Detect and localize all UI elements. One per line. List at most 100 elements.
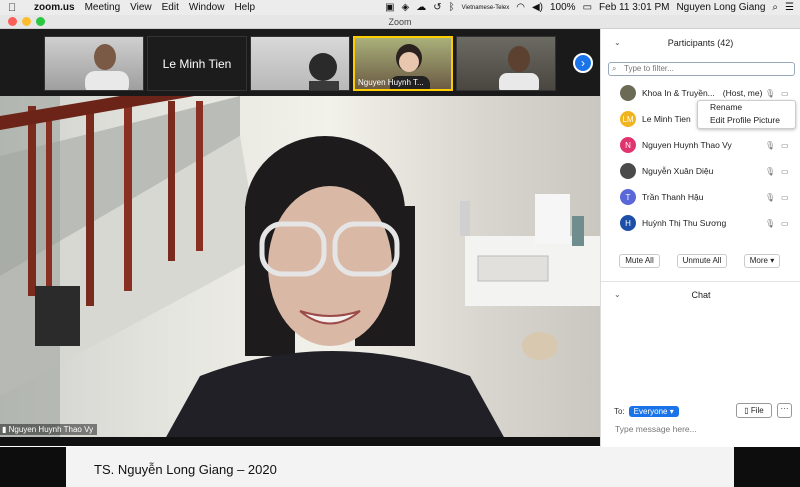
video-area: Le Minh Tien Nguyen Huynh T... › ▮ Nguye…: [0, 29, 600, 446]
slide-title: TS. Nguyễn Long Giang – 2020: [94, 462, 277, 477]
participant-filter-input[interactable]: ⌕ Type to filter...: [608, 62, 795, 76]
wifi-icon[interactable]: ◠: [516, 0, 525, 15]
menu-help[interactable]: Help: [234, 2, 255, 13]
camera-icon[interactable]: ▭: [781, 141, 789, 150]
camera-icon[interactable]: ▭: [781, 89, 789, 98]
user-name[interactable]: Nguyen Long Giang: [676, 2, 765, 13]
bluetooth-icon[interactable]: ᛒ: [449, 0, 455, 15]
menu-view[interactable]: View: [130, 2, 152, 13]
mic-icon[interactable]: 🎙: [765, 219, 775, 228]
avatar: [620, 85, 636, 101]
dropbox-icon[interactable]: ◈: [402, 0, 410, 15]
camera-icon[interactable]: ▭: [781, 193, 789, 202]
mic-icon[interactable]: 🎙: [765, 167, 775, 176]
search-icon: ⌕: [612, 64, 617, 73]
chat-title: Chat: [691, 290, 711, 300]
participant-name: Nguyen Huynh Thao Vy: [642, 140, 732, 150]
control-center-icon[interactable]: ☰: [785, 0, 794, 15]
unmute-all-button[interactable]: Unmute All: [677, 254, 727, 268]
thumbnail-video[interactable]: Le Minh Tien: [147, 36, 247, 91]
host-tag: (Host, me): [722, 88, 763, 98]
mic-icon[interactable]: 🎙: [765, 141, 775, 150]
video-frame: [0, 96, 600, 446]
participant-row[interactable]: N Nguyen Huynh Thao Vy 🎙 ▭: [601, 132, 800, 158]
camera-icon[interactable]: ▭: [781, 167, 789, 176]
participant-name: Nguyễn Xuân Diệu: [642, 166, 714, 176]
participant-name: Huỳnh Thị Thu Sương: [642, 218, 727, 228]
menu-app[interactable]: zoom.us: [34, 2, 75, 13]
participant-actions: Mute All Unmute All More ▾: [601, 254, 800, 274]
mute-all-button[interactable]: Mute All: [619, 254, 660, 268]
window-title: Zoom: [388, 17, 412, 27]
clock[interactable]: Feb 11 3:01 PM: [599, 2, 669, 13]
chat-header: ⌄ Chat: [601, 281, 800, 307]
person-silhouette: [85, 44, 129, 90]
zoom-status-icon[interactable]: ▣: [385, 0, 394, 15]
thumbnail-video[interactable]: [456, 36, 556, 91]
participants-title: Participants (42): [667, 38, 734, 48]
apple-icon[interactable]: : [8, 2, 22, 14]
thumbnail-strip: Le Minh Tien Nguyen Huynh T... ›: [0, 29, 600, 96]
recipient-dropdown[interactable]: Everyone ▾: [628, 406, 679, 417]
participants-header: ⌄ Participants (42): [601, 29, 800, 57]
participant-row[interactable]: T Trần Thanh Hậu 🎙 ▭: [601, 184, 800, 210]
next-page-button[interactable]: ›: [573, 53, 593, 73]
menu-window[interactable]: Window: [189, 2, 225, 13]
menu-meeting[interactable]: Meeting: [85, 2, 121, 13]
thumbnail-video[interactable]: [250, 36, 350, 91]
battery-icon[interactable]: ▭: [583, 0, 592, 15]
to-label: To:: [614, 407, 625, 416]
close-window-button[interactable]: [8, 17, 17, 26]
collapse-chevron-icon[interactable]: ⌄: [614, 282, 621, 308]
video-bottom-bar: [0, 437, 600, 446]
active-speaker-video: [0, 96, 600, 446]
participant-name: Khoa In & Truyền...: [642, 88, 715, 98]
time-machine-icon[interactable]: ↺: [433, 0, 441, 15]
menu-edit[interactable]: Edit: [162, 2, 179, 13]
mic-icon[interactable]: 🎙: [765, 89, 775, 98]
cloud-icon[interactable]: ☁: [416, 0, 426, 15]
search-icon[interactable]: ⌕: [772, 0, 778, 15]
volume-icon[interactable]: ◀): [532, 0, 543, 15]
mac-menubar:  zoom.us Meeting View Edit Window Help …: [0, 0, 800, 15]
file-icon: ▯: [744, 406, 751, 415]
zoom-window-button[interactable]: [36, 17, 45, 26]
camera-icon[interactable]: ▭: [781, 219, 789, 228]
input-method[interactable]: Vietnamese-Telex: [462, 5, 510, 11]
file-button[interactable]: ▯ File: [736, 403, 772, 418]
chat-message-input[interactable]: Type message here...: [615, 424, 697, 434]
person-silhouette: [309, 53, 339, 90]
side-panel: ⌄ Participants (42) ⌕ Type to filter... …: [600, 29, 800, 447]
participant-context-menu: Rename Edit Profile Picture: [697, 100, 796, 129]
thumbnail-name: Nguyen Huynh T...: [358, 78, 424, 87]
battery-percent[interactable]: 100%: [550, 2, 576, 13]
thumbnail-video[interactable]: [44, 36, 144, 91]
filter-placeholder: Type to filter...: [624, 64, 674, 73]
participant-name: Trần Thanh Hậu: [642, 192, 704, 202]
menu-item-edit-profile-picture[interactable]: Edit Profile Picture: [698, 114, 795, 127]
avatar: [620, 163, 636, 179]
chat-recipient: To: Everyone ▾: [614, 406, 679, 417]
slide-border-left: [0, 447, 66, 487]
thumbnail-name-large: Le Minh Tien: [162, 56, 232, 71]
minimize-window-button[interactable]: [22, 17, 31, 26]
shared-slide: TS. Nguyễn Long Giang – 2020: [66, 447, 734, 487]
menu-item-rename[interactable]: Rename: [698, 101, 795, 114]
more-button[interactable]: More ▾: [744, 254, 780, 268]
collapse-chevron-icon[interactable]: ⌄: [614, 29, 621, 57]
avatar: T: [620, 189, 636, 205]
window-titlebar: Zoom: [0, 15, 800, 29]
speaker-name-label: ▮ Nguyen Huynh Thao Vy: [0, 424, 98, 435]
avatar: N: [620, 137, 636, 153]
thumbnail-video-active[interactable]: Nguyen Huynh T...: [353, 36, 453, 91]
mic-icon[interactable]: 🎙: [765, 193, 775, 202]
avatar: LM: [620, 111, 636, 127]
chat-more-button[interactable]: ···: [777, 403, 792, 418]
signal-icon: ▮: [2, 425, 9, 434]
avatar: H: [620, 215, 636, 231]
participant-row[interactable]: Nguyễn Xuân Diệu 🎙 ▭: [601, 158, 800, 184]
slide-border-right: [734, 447, 800, 487]
participant-name: Le Minh Tien: [642, 114, 691, 124]
person-silhouette: [499, 46, 539, 90]
participant-row[interactable]: H Huỳnh Thị Thu Sương 🎙 ▭: [601, 210, 800, 236]
